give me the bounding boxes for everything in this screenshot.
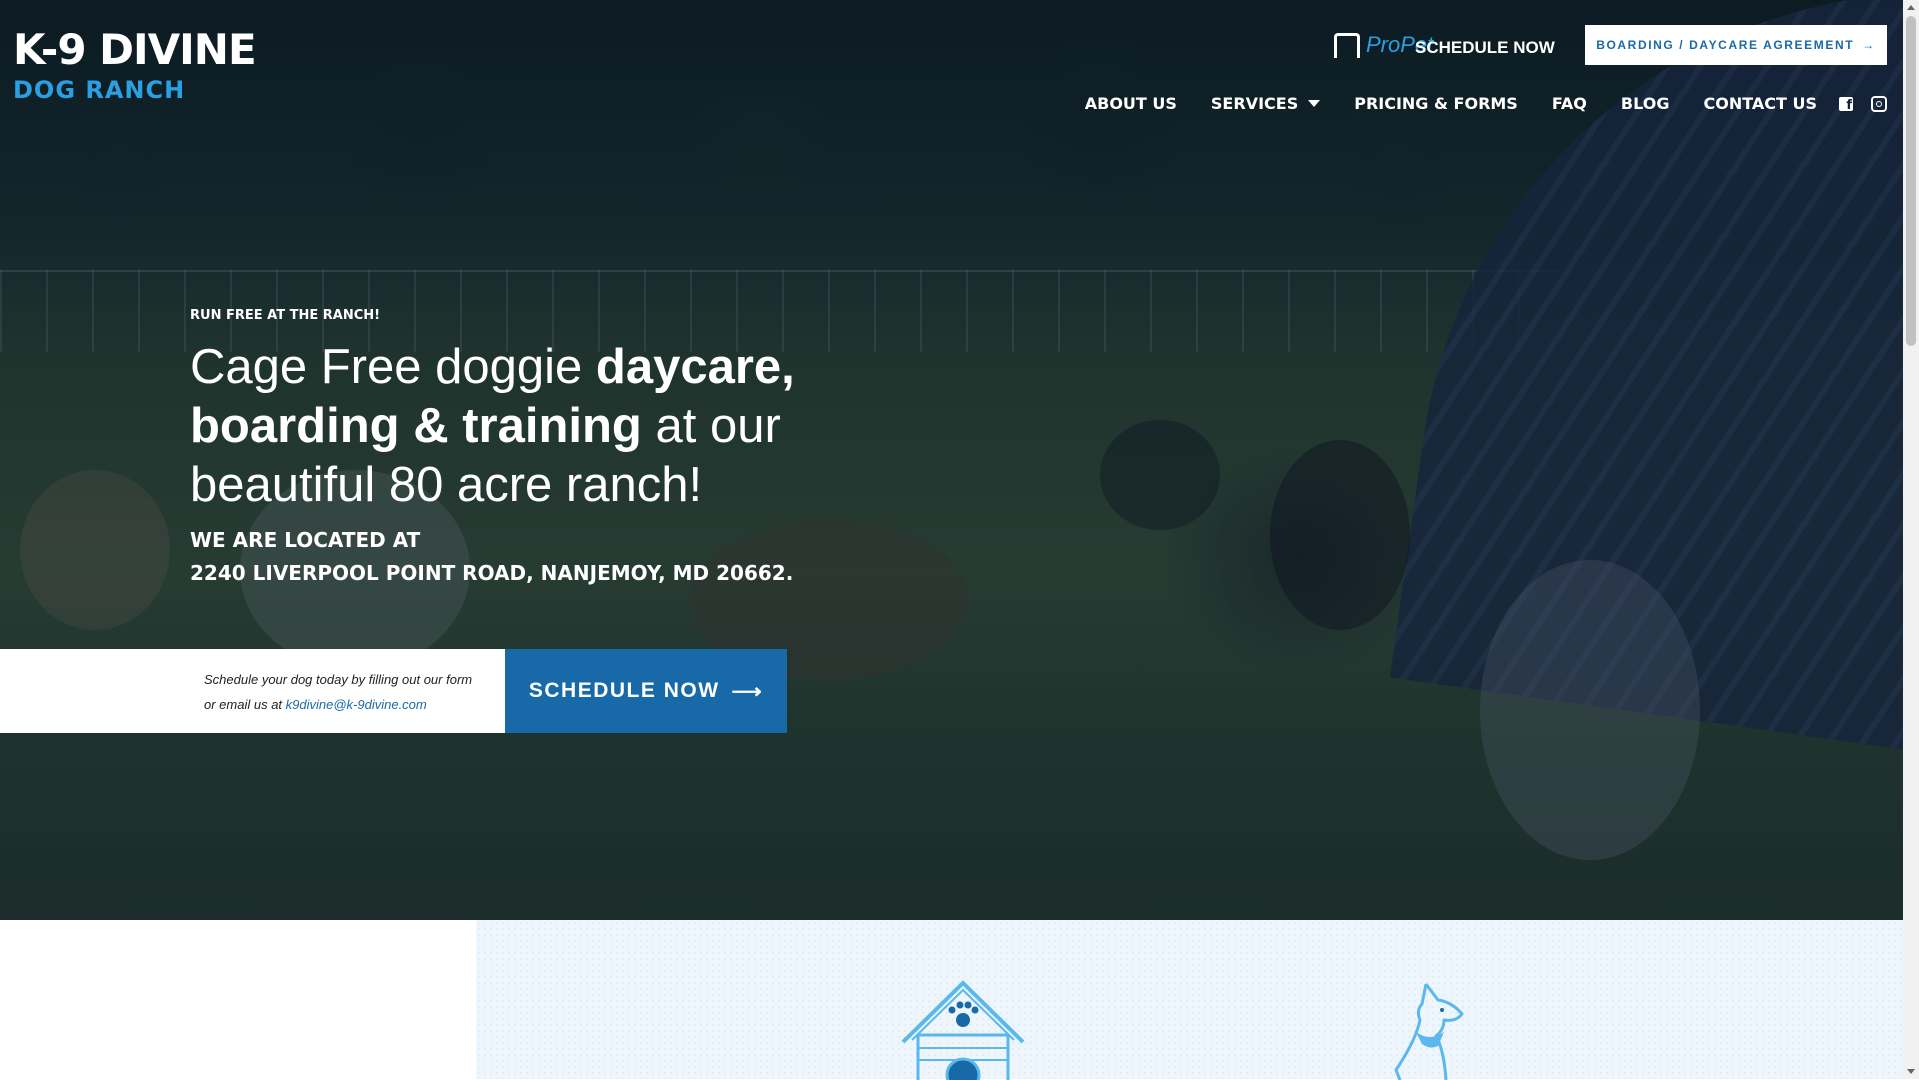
dog-icon	[1394, 983, 1464, 1080]
scrollbar-thumb[interactable]	[1906, 16, 1916, 346]
nav-faq[interactable]: FAQ	[1552, 94, 1587, 113]
boarding-agreement-button[interactable]: BOARDING / DAYCARE AGREEMENT →	[1585, 25, 1887, 65]
headline-bold1: daycare,	[595, 340, 795, 394]
address-line2: 2240 LIVERPOOL POINT ROAD, NANJEMOY, MD …	[190, 561, 794, 585]
arrow-right-icon: →	[1862, 38, 1876, 52]
scroll-down-icon[interactable]	[1907, 1069, 1915, 1074]
address-line1: WE ARE LOCATED AT	[190, 528, 421, 552]
propet-icon	[1334, 32, 1360, 58]
agreement-button-label: BOARDING / DAYCARE AGREEMENT	[1596, 38, 1855, 52]
nav-about-us[interactable]: ABOUT US	[1085, 94, 1177, 113]
nav-services-label: SERVICES	[1210, 94, 1299, 113]
headline-bold2: boarding & training	[190, 399, 642, 453]
schedule-button-label: SCHEDULE NOW	[528, 679, 720, 702]
schedule-text-prefix: or email us at	[204, 697, 286, 712]
hero-address: WE ARE LOCATED AT 2240 LIVERPOOL POINT R…	[190, 524, 793, 590]
headline-part1: Cage Free doggie	[190, 340, 596, 394]
schedule-now-link[interactable]: SCHEDULE NOW	[1415, 38, 1555, 58]
scroll-up-icon[interactable]	[1907, 5, 1915, 10]
nav-contact-us[interactable]: CONTACT US	[1703, 94, 1817, 113]
social-links	[1839, 95, 1887, 113]
hero-headline: Cage Free doggie daycare, boarding & tra…	[190, 338, 830, 515]
schedule-text-line1: Schedule your dog today by filling out o…	[204, 672, 473, 687]
page-scrollbar[interactable]	[1903, 0, 1919, 1079]
logo-subtitle: DOG RANCH	[13, 76, 186, 104]
facebook-icon[interactable]	[1839, 96, 1853, 113]
site-logo[interactable]: K-9 DIVINE DOG RANCH	[13, 25, 257, 105]
nav-services[interactable]: SERVICES	[1210, 94, 1321, 113]
schedule-text-line2: or email us at k9divine@k-9divine.com	[204, 692, 505, 717]
headline-part3: beautiful 80 acre ranch!	[190, 458, 703, 512]
arrow-right-icon: ⟶	[731, 679, 764, 703]
headline-part2: at our	[641, 399, 781, 453]
logo-title: K-9 DIVINE	[13, 25, 257, 74]
main-nav: ABOUT US SERVICES PRICING & FORMS FAQ BL…	[1051, 94, 1887, 113]
chevron-down-icon	[1308, 100, 1321, 107]
schedule-info-box: Schedule your dog today by filling out o…	[0, 649, 505, 733]
email-link[interactable]: k9divine@k-9divine.com	[286, 697, 427, 712]
instagram-icon[interactable]	[1871, 95, 1887, 112]
services-panel	[476, 920, 1903, 1079]
nav-pricing-forms[interactable]: PRICING & FORMS	[1354, 94, 1518, 113]
schedule-now-button[interactable]: SCHEDULE NOW ⟶	[505, 649, 787, 733]
doghouse-icon	[901, 980, 1025, 1080]
nav-blog[interactable]: BLOG	[1621, 94, 1670, 113]
hero-eyebrow: RUN FREE AT THE RANCH!	[190, 308, 381, 323]
